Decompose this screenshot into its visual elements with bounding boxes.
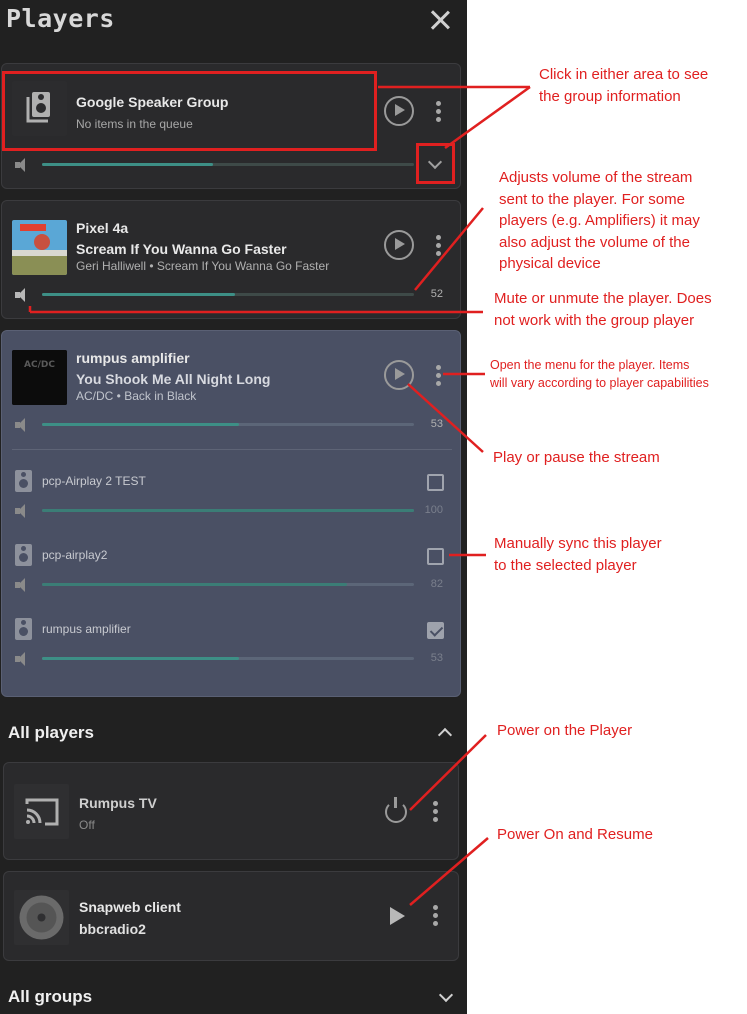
- player-menu-button[interactable]: [435, 101, 443, 123]
- volume-value: 52: [430, 288, 443, 300]
- disc-thumb: [14, 890, 69, 945]
- volume-slider[interactable]: [42, 293, 414, 296]
- annotation-power-resume: Power On and Resume: [497, 826, 653, 843]
- highlight-group-chevron: [416, 143, 455, 184]
- annotation-play-pause: Play or pause the stream: [493, 449, 660, 466]
- play-button[interactable]: [384, 230, 414, 260]
- play-icon[interactable]: [390, 907, 405, 925]
- divider: [12, 449, 452, 450]
- annotation-power-on: Power on the Player: [497, 722, 633, 739]
- section-title-all-players: All players: [8, 723, 94, 742]
- volume-value: 53: [430, 652, 443, 664]
- album-art: AC/DC: [12, 350, 67, 405]
- player-menu-button[interactable]: [435, 235, 443, 257]
- track-title: Scream If You Wanna Go Faster: [76, 241, 287, 257]
- volume-slider[interactable]: [42, 509, 414, 512]
- mute-button[interactable]: [15, 418, 31, 432]
- speaker-icon: [15, 618, 32, 640]
- close-icon[interactable]: [426, 6, 454, 34]
- player-menu-button[interactable]: [432, 905, 440, 927]
- speaker-icon: [15, 544, 32, 566]
- album-art: [12, 220, 67, 275]
- sync-checkbox[interactable]: [427, 622, 444, 639]
- volume-slider[interactable]: [42, 583, 414, 586]
- annotation-menu: Open the menu for the player. Items will…: [490, 358, 709, 390]
- volume-value: 100: [424, 504, 443, 516]
- mute-button[interactable]: [15, 504, 31, 518]
- sync-checkbox[interactable]: [427, 548, 444, 565]
- player-card-rumpus-tv[interactable]: Rumpus TV Off: [3, 762, 459, 860]
- annotation-volume: Adjusts volume of the stream sent to the…: [499, 169, 700, 272]
- sync-player-name: pcp-airplay2: [42, 548, 108, 562]
- mute-button[interactable]: [15, 652, 31, 666]
- annotation-mute: Mute or unmute the player. Does not work…: [494, 290, 712, 329]
- annotation-group-info: Click in either area to see the group in…: [539, 66, 709, 105]
- chevron-down-icon[interactable]: [438, 987, 454, 1003]
- volume-value: 82: [430, 578, 443, 590]
- cast-thumb: [14, 784, 69, 839]
- volume-slider[interactable]: [42, 423, 414, 426]
- svg-text:AC/DC: AC/DC: [24, 360, 55, 370]
- annotation-sync: Manually sync this player to the selecte…: [494, 535, 662, 574]
- sync-player-name: rumpus amplifier: [42, 622, 131, 636]
- cast-icon: [25, 798, 59, 826]
- play-button[interactable]: [384, 360, 414, 390]
- player-status: bbcradio2: [79, 921, 146, 937]
- player-menu-button[interactable]: [435, 365, 443, 387]
- player-name: Rumpus TV: [79, 795, 157, 811]
- panel-title: Players: [6, 4, 115, 33]
- player-name: rumpus amplifier: [76, 350, 190, 366]
- section-title-all-groups: All groups: [8, 987, 93, 1006]
- volume-slider[interactable]: [42, 163, 414, 166]
- disc-icon: [19, 895, 64, 940]
- mute-button[interactable]: [15, 578, 31, 592]
- track-artist-album: AC/DC • Back in Black: [76, 389, 197, 403]
- chevron-up-icon[interactable]: [437, 727, 453, 743]
- sync-checkbox[interactable]: [427, 474, 444, 491]
- mute-button[interactable]: [15, 158, 31, 172]
- player-card-pixel[interactable]: Pixel 4a Scream If You Wanna Go Faster G…: [1, 200, 461, 319]
- speaker-icon: [15, 470, 32, 492]
- mute-button[interactable]: [15, 288, 31, 302]
- play-button[interactable]: [384, 96, 414, 126]
- highlight-group-header: [2, 71, 377, 151]
- power-icon[interactable]: [385, 797, 407, 823]
- track-title: You Shook Me All Night Long: [76, 371, 271, 387]
- player-card-rumpus[interactable]: AC/DC rumpus amplifier You Shook Me All …: [1, 330, 461, 697]
- player-card-snapweb[interactable]: Snapweb client bbcradio2: [3, 871, 459, 961]
- player-name: Snapweb client: [79, 899, 181, 915]
- player-name: Pixel 4a: [76, 220, 129, 236]
- track-artist-album: Geri Halliwell • Scream If You Wanna Go …: [76, 259, 330, 273]
- player-menu-button[interactable]: [432, 801, 440, 823]
- volume-value: 53: [430, 418, 443, 430]
- volume-slider[interactable]: [42, 657, 414, 660]
- player-status: Off: [79, 818, 95, 832]
- sync-player-name: pcp-Airplay 2 TEST: [42, 474, 146, 488]
- players-panel: Players Google Speaker Group No items in…: [0, 0, 467, 1014]
